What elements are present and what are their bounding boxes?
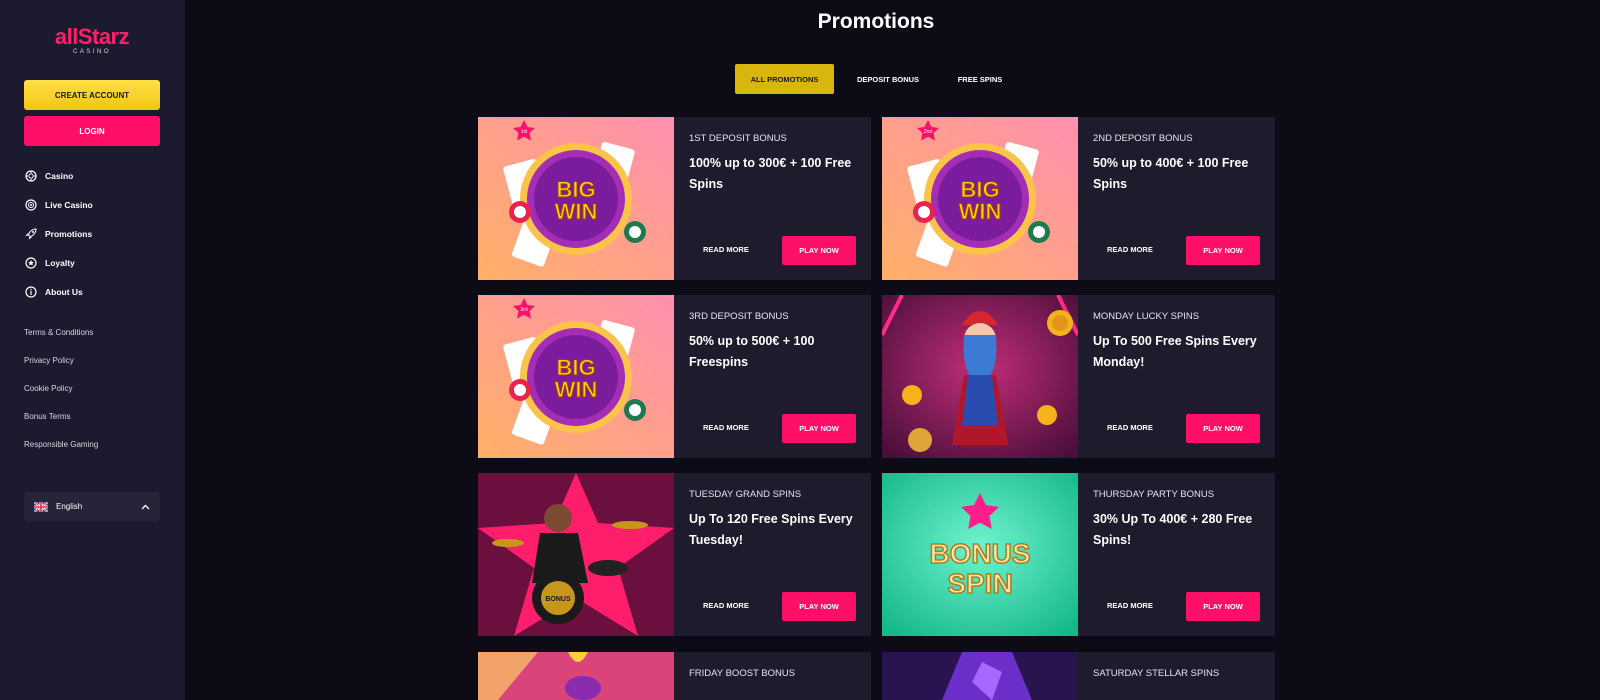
sidebar-item-label: Loyalty xyxy=(45,258,75,268)
big-win-image: BIG WIN 3rd xyxy=(478,295,674,458)
svg-text:WIN: WIN xyxy=(555,199,598,224)
promo-title: 100% up to 300€ + 100 Free Spins xyxy=(689,156,852,191)
bonus-spin-image: BONUS SPIN xyxy=(882,473,1078,636)
page-title: Promotions xyxy=(817,10,935,33)
footer-link-privacy[interactable]: Privacy Policy xyxy=(24,356,74,365)
read-more-link[interactable]: READ MORE xyxy=(1107,423,1153,432)
play-now-button[interactable]: PLAY NOW xyxy=(1186,236,1260,265)
login-button[interactable]: LOGIN xyxy=(24,116,160,146)
svg-text:WIN: WIN xyxy=(959,199,1002,224)
play-now-button[interactable]: PLAY NOW xyxy=(782,236,856,265)
read-more-link[interactable]: READ MORE xyxy=(1107,601,1153,610)
promo-subtitle: THURSDAY PARTY BONUS xyxy=(1093,489,1215,500)
tab-deposit-bonus[interactable]: DEPOSIT BONUS xyxy=(834,64,942,94)
promo-card: SATURDAY STELLAR SPINS xyxy=(882,652,1275,700)
brand-sub: CASINO xyxy=(72,49,111,55)
promo-title: 30% Up To 400€ + 280 Free Spins! xyxy=(1093,512,1253,547)
big-win-image: BIG WIN 1st xyxy=(478,117,674,280)
badge-text: 1st xyxy=(521,129,528,135)
sidebar-item-label: Live Casino xyxy=(45,200,93,210)
chevron-up-icon xyxy=(141,504,150,509)
drummer-image: BONUS xyxy=(478,473,674,636)
badge-text: 2nd xyxy=(924,129,933,135)
promo-card: FRIDAY BOOST BONUS xyxy=(478,652,871,700)
promo-card: BONUS SPIN THURSDAY PARTY BONUS 30% Up To… xyxy=(882,473,1275,636)
promo-title: Up To 500 Free Spins Every Monday! xyxy=(1093,334,1257,369)
jester-image xyxy=(882,295,1078,458)
sidebar-item-casino[interactable]: Casino xyxy=(24,167,73,185)
rocket-icon xyxy=(24,228,37,241)
tab-all-promotions[interactable]: ALL PROMOTIONS xyxy=(735,64,834,94)
svg-text:WIN: WIN xyxy=(555,377,598,402)
play-now-button[interactable]: PLAY NOW xyxy=(782,592,856,621)
promo-subtitle: MONDAY LUCKY SPINS xyxy=(1093,311,1200,322)
language-label: English xyxy=(56,502,83,511)
sidebar-item-loyalty[interactable]: Loyalty xyxy=(24,254,75,272)
footer-link-cookie[interactable]: Cookie Policy xyxy=(24,384,72,393)
footer-link-responsible-gaming[interactable]: Responsible Gaming xyxy=(24,440,98,449)
brand-logo[interactable]: allStarz CASINO xyxy=(46,26,138,58)
promo-subtitle: 2ND DEPOSIT BONUS xyxy=(1093,133,1193,144)
promo-card: BIG WIN 1st 1ST DEPOSIT BONUS 100% up to… xyxy=(478,117,871,280)
info-icon xyxy=(24,286,37,299)
brand-name: allStarz xyxy=(54,24,130,49)
sidebar-item-promotions[interactable]: Promotions xyxy=(24,225,92,243)
promo-card: BONUS TUESDAY GRAND SPINS Up To 120 Free… xyxy=(478,473,871,636)
live-chip-icon xyxy=(24,199,37,212)
promo-card: BIG WIN 3rd 3RD DEPOSIT BONUS 50% up to … xyxy=(478,295,871,458)
drum-label: BONUS xyxy=(545,596,571,603)
tab-free-spins[interactable]: FREE SPINS xyxy=(942,64,1018,94)
sidebar: allStarz CASINO CREATE ACCOUNT LOGIN Cas… xyxy=(0,0,185,700)
footer-link-bonus-terms[interactable]: Bonus Terms xyxy=(24,412,71,421)
promo-subtitle: TUESDAY GRAND SPINS xyxy=(689,489,802,500)
promo-subtitle: 1ST DEPOSIT BONUS xyxy=(689,133,787,144)
sidebar-item-label: Casino xyxy=(45,171,74,181)
badge-text: 3rd xyxy=(520,307,527,313)
uk-flag-icon xyxy=(34,501,48,512)
chip-icon xyxy=(24,170,37,183)
promo-subtitle: SATURDAY STELLAR SPINS xyxy=(1093,668,1220,679)
saturday-stellar-image xyxy=(882,652,1078,700)
sidebar-item-label: About Us xyxy=(45,287,83,297)
star-circle-icon xyxy=(24,257,37,270)
promo-subtitle: FRIDAY BOOST BONUS xyxy=(689,668,796,679)
play-now-button[interactable]: PLAY NOW xyxy=(782,414,856,443)
sidebar-item-live-casino[interactable]: Live Casino xyxy=(24,196,93,214)
promo-card: BIG WIN 2nd 2ND DEPOSIT BONUS 50% up to … xyxy=(882,117,1275,280)
promo-card: MONDAY LUCKY SPINS Up To 500 Free Spins … xyxy=(882,295,1275,458)
read-more-link[interactable]: READ MORE xyxy=(703,601,749,610)
footer-link-terms[interactable]: Terms & Conditions xyxy=(24,328,93,337)
read-more-link[interactable]: READ MORE xyxy=(703,245,749,254)
promo-subtitle: 3RD DEPOSIT BONUS xyxy=(689,311,789,322)
sidebar-item-about-us[interactable]: About Us xyxy=(24,283,83,301)
app-root: allStarz CASINO CREATE ACCOUNT LOGIN Cas… xyxy=(0,0,1600,700)
promo-title: 50% up to 500€ + 100 Freespins xyxy=(689,334,815,369)
sidebar-item-label: Promotions xyxy=(45,229,93,239)
play-now-button[interactable]: PLAY NOW xyxy=(1186,592,1260,621)
read-more-link[interactable]: READ MORE xyxy=(703,423,749,432)
promo-title: 50% up to 400€ + 100 Free Spins xyxy=(1093,156,1249,191)
create-account-button[interactable]: CREATE ACCOUNT xyxy=(24,80,160,110)
promo-title: Up To 120 Free Spins Every Tuesday! xyxy=(689,512,853,547)
read-more-link[interactable]: READ MORE xyxy=(1107,245,1153,254)
big-win-image: BIG WIN 2nd xyxy=(882,117,1078,280)
friday-boost-image xyxy=(478,652,674,700)
play-now-button[interactable]: PLAY NOW xyxy=(1186,414,1260,443)
promotion-tabs: ALL PROMOTIONS DEPOSIT BONUS FREE SPINS xyxy=(735,64,1018,94)
language-selector[interactable]: English xyxy=(24,492,160,521)
